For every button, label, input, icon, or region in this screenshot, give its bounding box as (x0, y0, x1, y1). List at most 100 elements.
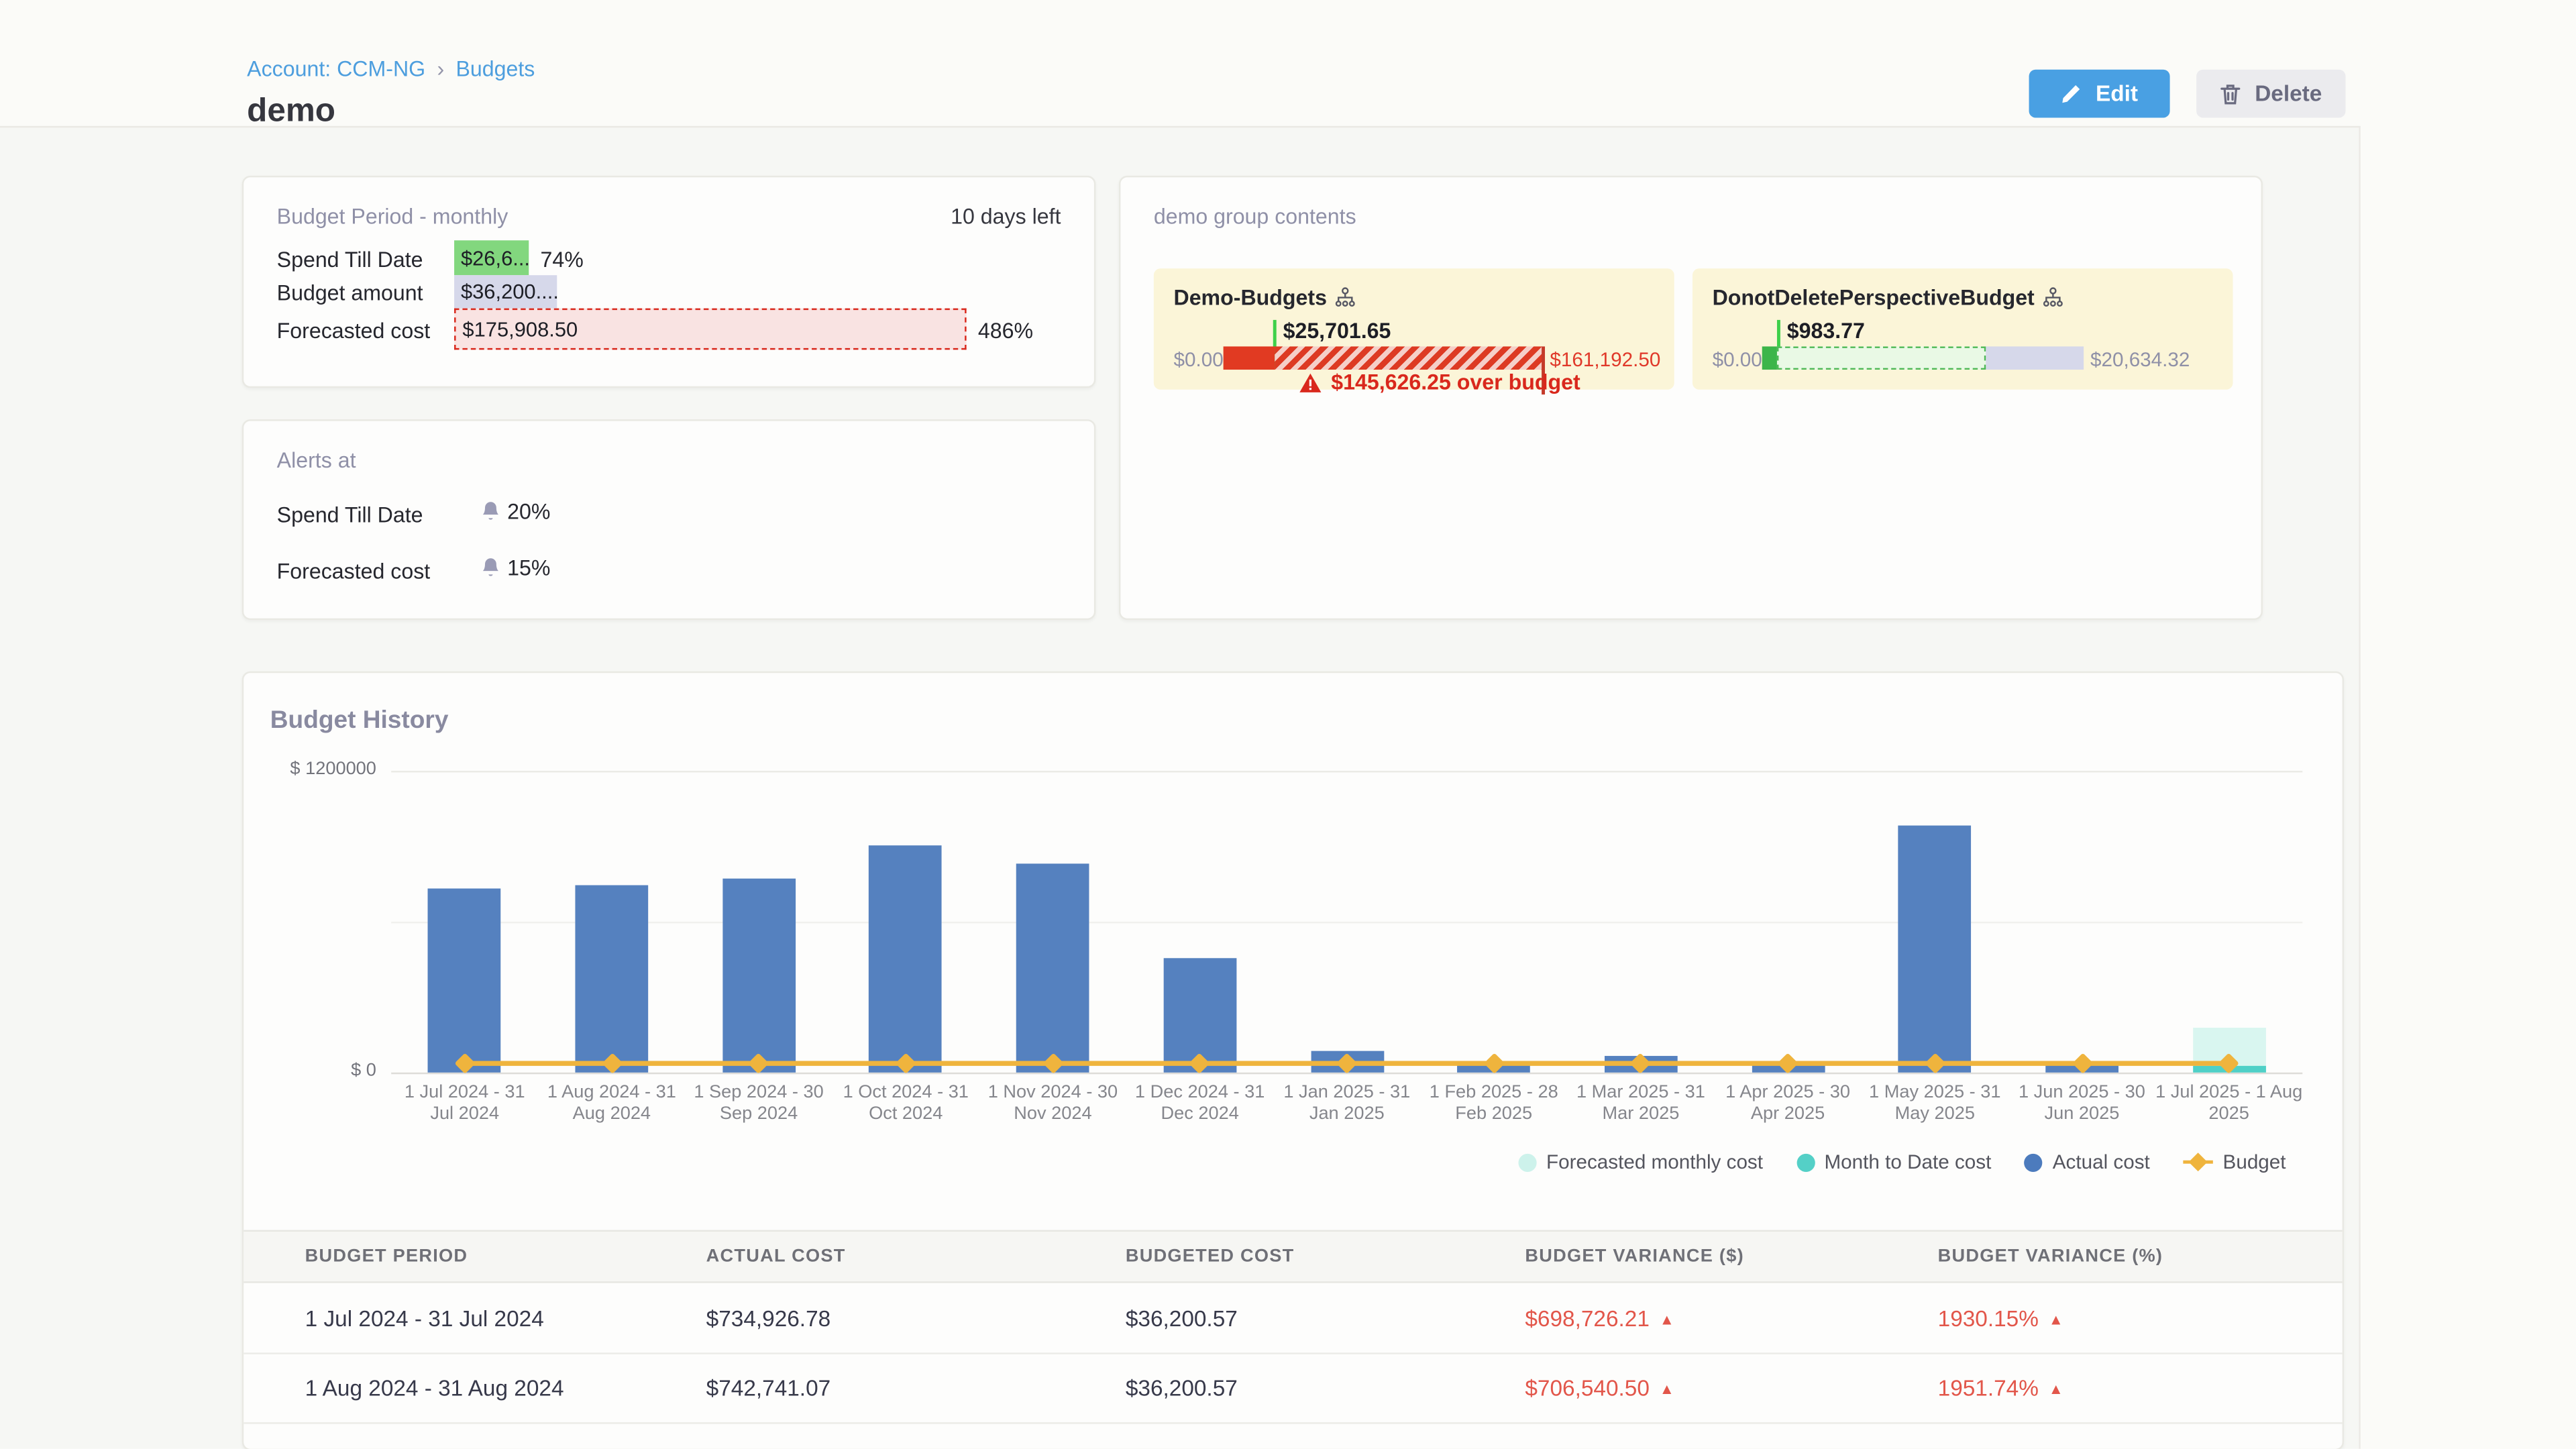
x-axis-label: 1 Oct 2024 - 31 Oct 2024 (833, 1083, 979, 1126)
spent-segment (1224, 346, 1275, 370)
delete-button[interactable]: Delete (2196, 70, 2345, 118)
days-left-label: 10 days left (951, 204, 1061, 229)
triangle-up-icon: ▲ (2049, 1380, 2063, 1397)
actual-cost-bar (575, 886, 648, 1073)
y-axis-zero-label: $ 0 (260, 1061, 376, 1081)
forecast-dashed-segment (1777, 346, 1986, 370)
legend-item-mtd[interactable]: Month to Date cost (1796, 1150, 1991, 1174)
table-row[interactable]: 1 Aug 2024 - 31 Aug 2024 $742,741.07 $36… (244, 1354, 2342, 1424)
x-axis-label: 1 Jul 2024 - 31 Jul 2024 (391, 1083, 538, 1126)
actual-value-label: $983.77 (1787, 318, 1865, 343)
breadcrumb-separator-icon: › (437, 56, 444, 81)
chart-plot (391, 673, 2302, 1073)
bell-icon (481, 500, 501, 522)
actual-cost-bar (722, 877, 796, 1072)
budget-period-card-title: Budget Period - monthly (277, 204, 508, 229)
alerts-card-title: Alerts at (277, 447, 356, 472)
budget-detail-page: Account: CCM-NG › Budgets demo Edit Dele… (0, 0, 2576, 1449)
bell-icon (481, 557, 501, 578)
group-budget-demo-budgets: Demo-Budgets $25,701.65 $0.00 $161,192.5… (1154, 268, 1674, 389)
overspend-hatched-segment (1275, 346, 1543, 370)
alert-spend-label: Spend Till Date (277, 502, 423, 527)
col-budget-period: BUDGET PERIOD (305, 1246, 468, 1267)
group-contents-title: demo group contents (1154, 204, 1356, 229)
budget-usage-bar (1224, 346, 1544, 370)
forecast-legend-dot-icon (1518, 1153, 1536, 1171)
col-budgeted-cost: BUDGETED COST (1126, 1246, 1295, 1267)
breadcrumb-budgets-link[interactable]: Budgets (455, 56, 535, 81)
y-axis-top-label: $ 1200000 (260, 759, 376, 780)
x-axis-label: 1 Apr 2025 - 30 Apr 2025 (1715, 1083, 1862, 1126)
triangle-up-icon: ▲ (2049, 1310, 2063, 1327)
spent-segment (1762, 346, 1777, 370)
over-budget-row: $145,626.25 over budget (1299, 370, 1580, 394)
bar-min-label: $0.00 (1173, 348, 1223, 372)
x-axis-label: 1 Jul 2025 - 1 Aug 2025 (2155, 1083, 2302, 1126)
x-axis-label: 1 Feb 2025 - 28 Feb 2025 (1420, 1083, 1567, 1126)
spend-till-date-bar: $26,6... (454, 240, 529, 275)
breadcrumb-account-link[interactable]: Account: CCM-NG (247, 56, 425, 81)
x-axis-label: 1 Sep 2024 - 30 Sep 2024 (686, 1083, 833, 1126)
hierarchy-icon[interactable] (2043, 286, 2064, 308)
x-axis-label: 1 May 2025 - 31 May 2025 (1862, 1083, 2008, 1126)
alert-spend-value: 20% (481, 499, 551, 524)
chart-x-axis-labels: 1 Jul 2024 - 31 Jul 20241 Aug 2024 - 31 … (391, 1083, 2302, 1136)
x-axis-label: 1 Aug 2024 - 31 Aug 2024 (538, 1083, 685, 1126)
budget-usage-bar (1762, 346, 2084, 370)
over-budget-label: $145,626.25 over budget (1331, 370, 1580, 394)
mtd-legend-dot-icon (1796, 1153, 1814, 1171)
x-axis-label: 1 Mar 2025 - 31 Mar 2025 (1567, 1083, 1714, 1126)
bar-max-label: $161,192.50 (1550, 348, 1660, 372)
group-contents-card: demo group contents Demo-Budgets $25,701… (1119, 176, 2263, 620)
budget-amount-bar: $36,200.... (454, 275, 557, 308)
content-area: Budget Period - monthly 10 days left Spe… (0, 126, 2361, 1449)
legend-item-forecasted[interactable]: Forecasted monthly cost (1518, 1150, 1763, 1174)
x-axis-label: 1 Dec 2024 - 31 Dec 2024 (1126, 1083, 1273, 1126)
budget-legend-line-icon (2183, 1161, 2212, 1164)
col-variance-usd: BUDGET VARIANCE ($) (1525, 1246, 1744, 1267)
forecasted-cost-label: Forecasted cost (277, 318, 431, 343)
legend-item-budget[interactable]: Budget (2183, 1150, 2286, 1174)
trash-icon (2220, 82, 2241, 105)
delete-button-label: Delete (2255, 81, 2322, 106)
col-variance-pct: BUDGET VARIANCE (%) (1938, 1246, 2163, 1267)
page-header: Account: CCM-NG › Budgets demo Edit Dele… (0, 0, 2576, 126)
x-axis-label: 1 Nov 2024 - 30 Nov 2024 (979, 1083, 1126, 1126)
alert-forecast-value: 15% (481, 555, 551, 580)
group-budget-donotdelete: DonotDeletePerspectiveBudget $983.77 $0.… (1693, 268, 2233, 389)
alert-forecast-label: Forecasted cost (277, 559, 431, 584)
group-budget-name: DonotDeletePerspectiveBudget (1713, 285, 2035, 310)
warning-icon (1299, 372, 1321, 392)
group-budget-name: Demo-Budgets (1173, 285, 1326, 310)
actual-cost-bar (869, 845, 943, 1072)
triangle-up-icon: ▲ (1660, 1380, 1674, 1397)
remaining-segment (1986, 346, 2084, 370)
pencil-icon (2061, 83, 2082, 105)
page-title: demo (247, 93, 335, 131)
x-axis-label: 1 Jun 2025 - 30 Jun 2025 (2008, 1083, 2155, 1126)
budget-period-card: Budget Period - monthly 10 days left Spe… (242, 176, 1096, 388)
actual-value-label: $25,701.65 (1283, 318, 1391, 343)
breadcrumb: Account: CCM-NG › Budgets (247, 56, 535, 81)
bar-min-label: $0.00 (1713, 348, 1762, 372)
chart-legend: Forecasted monthly cost Month to Date co… (1518, 1150, 2286, 1174)
forecasted-cost-bar: $175,908.50 (454, 309, 967, 350)
legend-item-actual[interactable]: Actual cost (2025, 1150, 2150, 1174)
budget-history-card: Budget History $ 1200000 $ 0 1 Jul 2024 … (242, 672, 2344, 1449)
history-table-header: BUDGET PERIOD ACTUAL COST BUDGETED COST … (244, 1230, 2342, 1283)
triangle-up-icon: ▲ (1660, 1310, 1674, 1327)
forecast-percent-label: 486% (978, 318, 1033, 343)
table-row[interactable]: 1 Jul 2024 - 31 Jul 2024 $734,926.78 $36… (244, 1285, 2342, 1354)
col-actual-cost: ACTUAL COST (706, 1246, 846, 1267)
x-axis-label: 1 Jan 2025 - 31 Jan 2025 (1273, 1083, 1420, 1126)
spend-percent-label: 74% (541, 247, 584, 272)
budget-amount-label: Budget amount (277, 280, 423, 305)
actual-cost-bar (1016, 864, 1089, 1073)
edit-button[interactable]: Edit (2029, 70, 2170, 118)
actual-cost-bar (1898, 826, 1972, 1073)
hierarchy-icon[interactable] (1335, 286, 1356, 308)
actual-legend-dot-icon (2025, 1153, 2043, 1171)
spend-till-date-label: Spend Till Date (277, 247, 423, 272)
alerts-card: Alerts at Spend Till Date 20% Forecasted… (242, 419, 1096, 620)
bar-max-label: $20,634.32 (2090, 348, 2190, 372)
